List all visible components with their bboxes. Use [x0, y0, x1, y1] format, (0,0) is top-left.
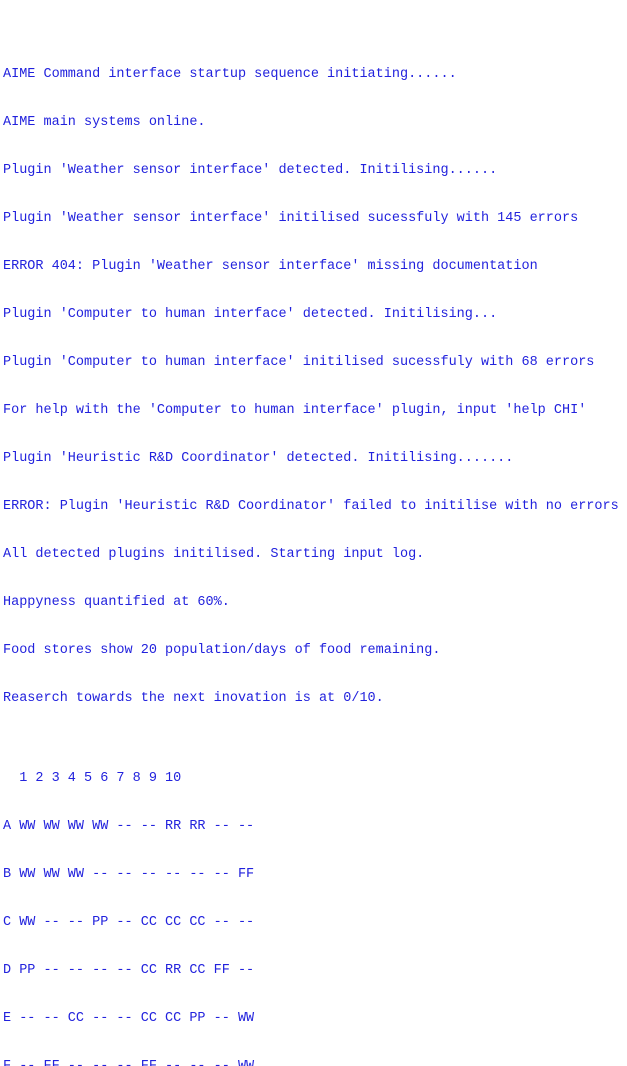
log-line: Plugin 'Weather sensor interface' initil…	[3, 211, 579, 226]
map-row-c: C WW -- -- PP -- CC CC CC -- --	[3, 915, 255, 930]
map-row-a: A WW WW WW WW -- -- RR RR -- --	[3, 819, 255, 834]
status-happiness: Happyness quantified at 60%.	[3, 595, 230, 610]
map-column-header: 1 2 3 4 5 6 7 8 9 10	[3, 771, 182, 786]
log-line: AIME main systems online.	[3, 115, 206, 130]
log-line: All detected plugins initilised. Startin…	[3, 547, 425, 562]
status-food-stores: Food stores show 20 population/days of f…	[3, 643, 441, 658]
log-line: AIME Command interface startup sequence …	[3, 67, 457, 82]
log-line: Plugin 'Heuristic R&D Coordinator' detec…	[3, 451, 514, 466]
map-row-e: E -- -- CC -- -- CC CC PP -- WW	[3, 1011, 255, 1026]
log-line: Plugin 'Computer to human interface' ini…	[3, 355, 595, 370]
log-line: Plugin 'Weather sensor interface' detect…	[3, 163, 498, 178]
log-line-error: ERROR: Plugin 'Heuristic R&D Coordinator…	[3, 499, 619, 514]
terminal-output: AIME Command interface startup sequence …	[3, 3, 627, 1066]
map-row-b: B WW WW WW -- -- -- -- -- -- FF	[3, 867, 255, 882]
map-row-d: D PP -- -- -- -- CC RR CC FF --	[3, 963, 255, 978]
map-row-f: F -- FF -- -- -- FF -- -- -- WW	[3, 1059, 627, 1066]
log-line: Plugin 'Computer to human interface' det…	[3, 307, 498, 322]
log-line-help-hint: For help with the 'Computer to human int…	[3, 403, 587, 418]
status-research: Reaserch towards the next inovation is a…	[3, 691, 384, 706]
log-line-error: ERROR 404: Plugin 'Weather sensor interf…	[3, 259, 538, 274]
